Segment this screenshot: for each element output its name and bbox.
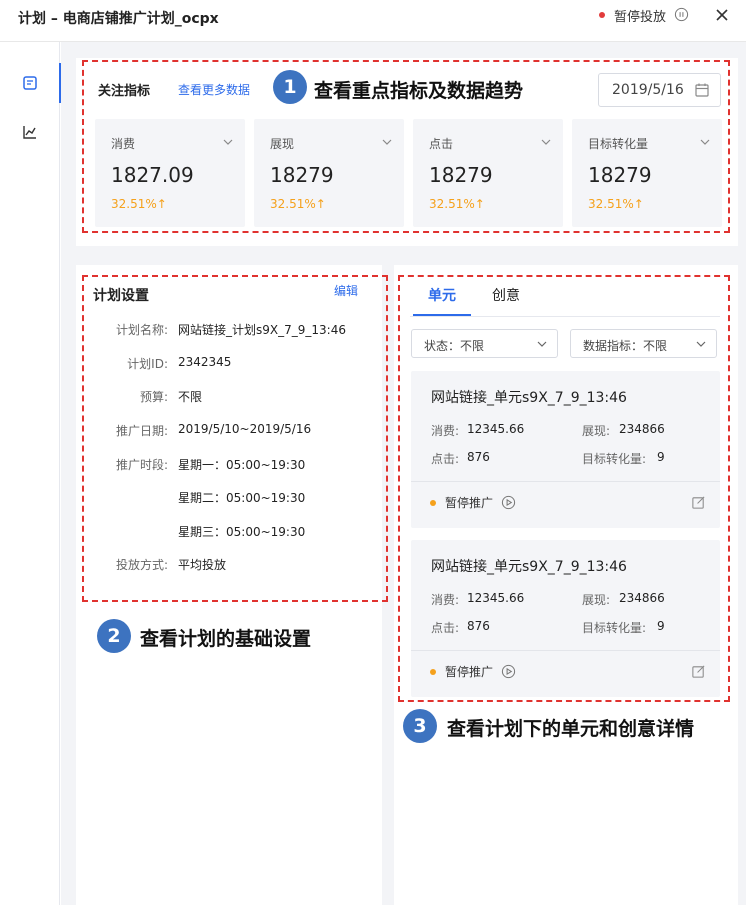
status-text: 暂停投放 [614,10,667,25]
annotation-badge: 3 [403,709,437,743]
annotation-text: 查看重点指标及数据趋势 [314,80,524,102]
sidebar [0,42,61,905]
status-dot [599,12,605,18]
close-icon[interactable] [713,6,731,24]
title-bar: 计划 – 电商店铺推广计划_ocpx 暂停投放 [0,0,746,42]
document-icon [23,76,37,90]
sidebar-item-trend[interactable] [0,112,60,152]
sidebar-item-overview[interactable] [0,63,61,103]
pause-icon[interactable] [674,7,689,22]
annotation-text: 查看计划下的单元和创意详情 [447,718,695,740]
annotation-box-units [398,275,730,702]
window-title: 计划 – 电商店铺推广计划_ocpx [18,11,219,27]
annotation-text: 查看计划的基础设置 [140,628,312,650]
annotation-badge: 2 [97,619,131,653]
chart-icon [23,126,36,139]
annotation-badge: 1 [273,70,307,104]
annotation-box-plan [82,275,388,602]
